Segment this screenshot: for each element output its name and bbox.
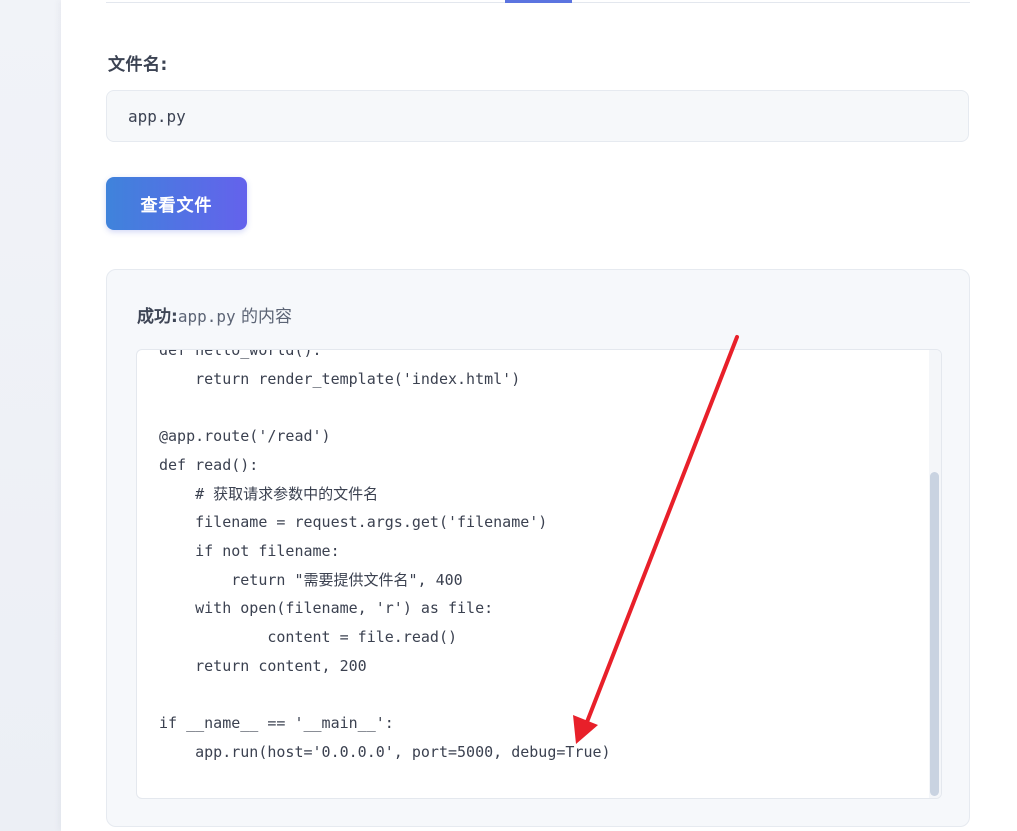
code-content: def hello_world(): return render_templat… bbox=[159, 349, 611, 761]
success-label: 成功: bbox=[137, 307, 178, 327]
result-title: 成功:app.py 的内容 bbox=[137, 302, 292, 327]
result-suffix: 的内容 bbox=[235, 307, 293, 327]
scrollbar-track[interactable] bbox=[929, 350, 941, 798]
result-panel: 成功:app.py 的内容 def hello_world(): return … bbox=[106, 269, 970, 827]
page: 文件名: 查看文件 成功:app.py 的内容 def hello_world(… bbox=[0, 0, 1017, 831]
filename-input[interactable] bbox=[106, 90, 969, 142]
view-file-button[interactable]: 查看文件 bbox=[106, 177, 247, 230]
file-content-viewer[interactable]: def hello_world(): return render_templat… bbox=[136, 349, 942, 799]
scrollbar-thumb[interactable] bbox=[930, 472, 939, 796]
result-filename: app.py bbox=[177, 307, 236, 326]
filename-label: 文件名: bbox=[108, 55, 168, 75]
active-tab-indicator bbox=[505, 0, 572, 3]
